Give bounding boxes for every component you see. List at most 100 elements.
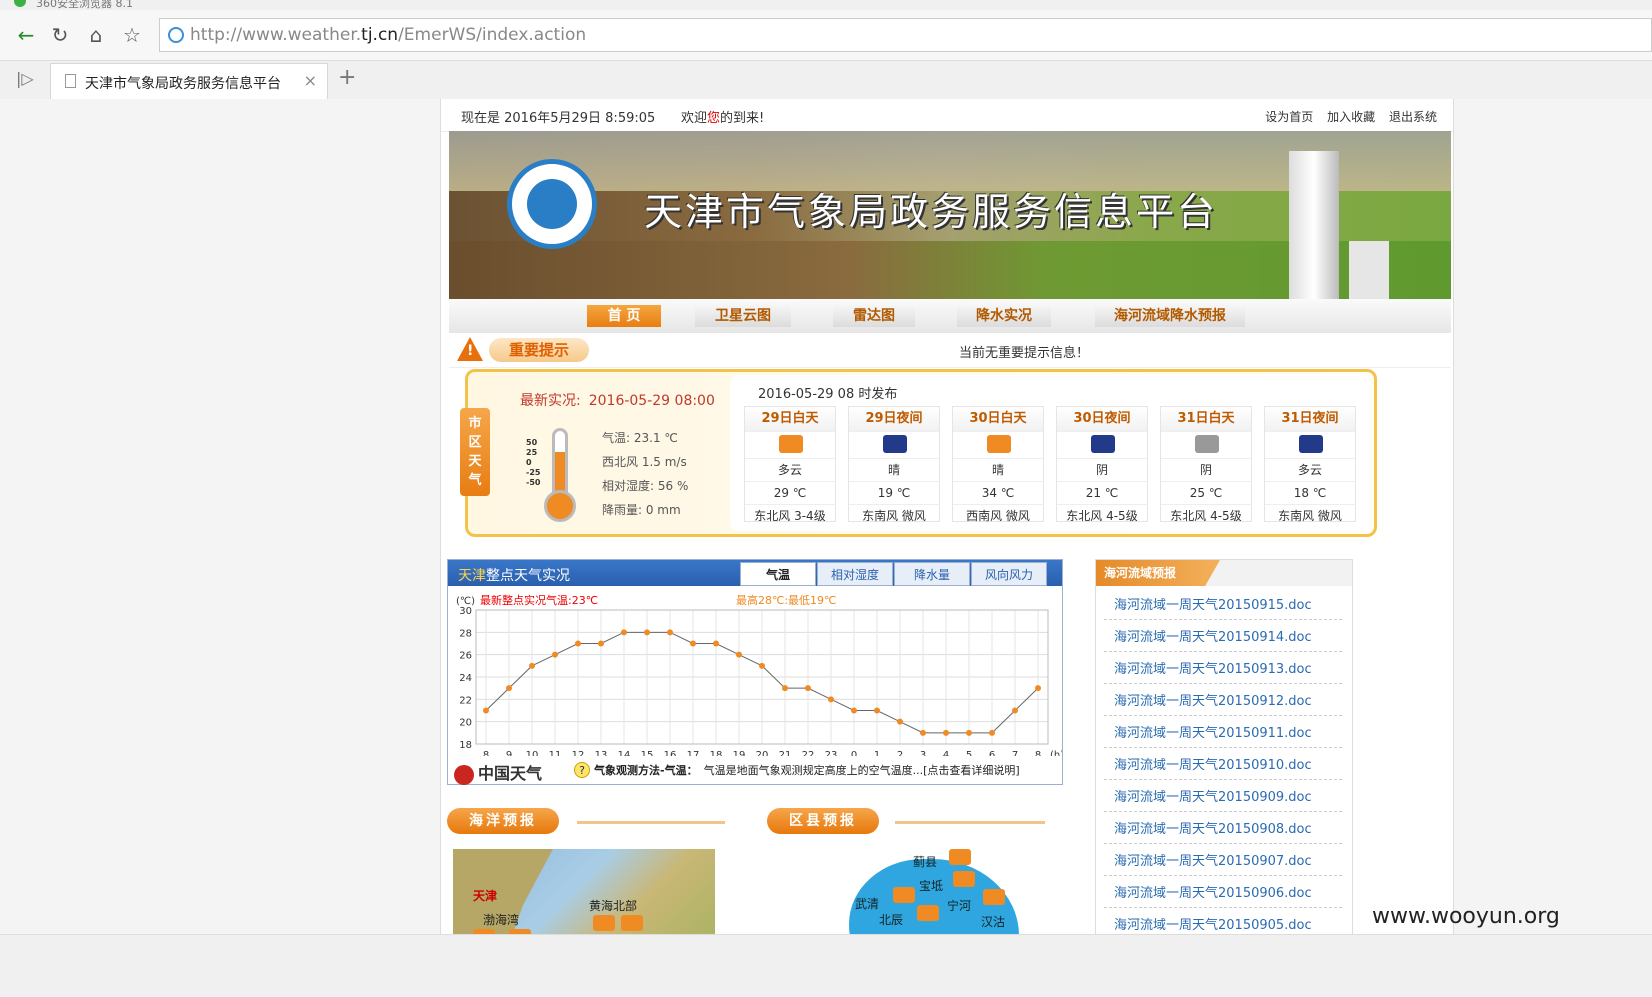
- temperature-point: [506, 685, 512, 692]
- tab-title: 天津市气象局政务服务信息平台: [85, 76, 281, 92]
- y-tick-label: 28: [459, 628, 472, 639]
- browser-tab[interactable]: 天津市气象局政务服务信息平台 ×: [50, 63, 328, 99]
- forecast-column: 31日夜间 多云 18 ℃ 东南风 微风: [1264, 406, 1356, 523]
- temperature-point: [621, 629, 627, 636]
- temperature-point: [644, 629, 650, 636]
- haihe-file-link[interactable]: 海河流域一周天气20150906.doc: [1104, 876, 1342, 908]
- nav-radar[interactable]: 雷达图: [833, 305, 915, 327]
- sun-icon: [983, 889, 1005, 905]
- nav-haihe-forecast[interactable]: 海河流域降水预报: [1095, 305, 1245, 327]
- temperature-point: [690, 640, 696, 647]
- home-icon[interactable]: ⌂: [82, 21, 110, 49]
- forecast-wind: 东北风 4-5级: [1170, 509, 1242, 523]
- haihe-file-link[interactable]: 海河流域一周天气20150915.doc: [1104, 588, 1342, 620]
- haihe-title: 海河流域预报: [1096, 560, 1220, 586]
- hourly-weather-panel: 天津整点天气实况 气温 相对湿度 降水量 风向风力 18 20 22 24 26 28 30…: [447, 559, 1063, 785]
- tianjin-meteorology-seal-icon: [507, 159, 597, 249]
- site-banner: 天津市气象局政务服务信息平台: [449, 131, 1451, 299]
- forecast-period: 30日白天: [953, 407, 1043, 432]
- welcome-text: 欢迎您的到来!: [681, 111, 765, 126]
- haihe-file-link[interactable]: 海河流域一周天气20150907.doc: [1104, 844, 1342, 876]
- forecast-period: 30日夜间: [1057, 407, 1147, 432]
- observation-method-link[interactable]: 气象观测方法-气温： 气温是地面气象观测规定高度上的空气温度...[点击查看详细说…: [594, 762, 1020, 778]
- temperature-point: [874, 707, 880, 714]
- haihe-file-link[interactable]: 海河流域一周天气20150913.doc: [1104, 652, 1342, 684]
- notice-bar: ! 重要提示 当前无重要提示信息！: [449, 333, 1451, 368]
- site-title: 天津市气象局政务服务信息平台: [644, 190, 1219, 234]
- district-forecast-heading: 区县预报: [767, 808, 879, 834]
- temperature-point: [598, 640, 604, 647]
- temperature-point: [989, 729, 995, 736]
- url-text: http://www.weather.tj.cn/EmerWS/index.ac…: [190, 25, 587, 45]
- forecast-weather: 晴: [849, 459, 939, 482]
- new-tab-button[interactable]: +: [338, 65, 356, 90]
- sidebar-toggle-icon[interactable]: |▷: [16, 69, 34, 88]
- building-image: [1289, 151, 1339, 299]
- forecast-column: 30日白天晴 34 ℃ 西南风 微风: [952, 406, 1044, 523]
- forecast-wind: 东北风 3-4级: [754, 509, 826, 523]
- page-margin-left: [0, 99, 440, 987]
- star-icon[interactable]: ☆: [118, 21, 146, 49]
- forecast-temp: 25 ℃: [1161, 482, 1251, 505]
- page-content: 现在是 2016年5月29日 8:59:05 欢迎您的到来! 设为首页 加入收藏…: [440, 99, 1454, 987]
- set-homepage-link[interactable]: 设为首页: [1265, 110, 1313, 124]
- nav-precip[interactable]: 降水实况: [957, 305, 1051, 327]
- temperature-point: [667, 629, 673, 636]
- obs-humidity: 相对湿度: 56 %: [602, 479, 689, 493]
- tab-bar: |▷ 天津市气象局政务服务信息平台 × +: [0, 61, 1652, 99]
- obs-wind: 西北风 1.5 m/s: [602, 455, 687, 469]
- browser-logo-icon: [14, 0, 26, 7]
- tab-temperature[interactable]: 气温: [740, 562, 816, 586]
- forecast-wind: 西南风 微风: [966, 509, 1030, 523]
- logout-link[interactable]: 退出系统: [1389, 110, 1437, 124]
- city-weather-panel: 市区天气 最新实况: 2016-05-29 08:00 50 25 0 -25 -50 气…: [460, 369, 1377, 537]
- forecast-box: 2016-05-29 08 时发布 29日白天 多云 29 ℃ 东北风 3-4级 29日…: [730, 375, 1370, 531]
- hourly-header: 天津整点天气实况 气温 相对湿度 降水量 风向风力: [448, 560, 1062, 586]
- temperature-point: [736, 651, 742, 658]
- browser-titlebar: 360安全浏览器 8.1: [0, 0, 1652, 10]
- thermometer-icon: 50 25 0 -25 -50: [526, 428, 578, 524]
- temperature-chart: 182022242628308 9 10 11 12 13 14 15 16 17 18 19 20 21…: [456, 593, 1062, 756]
- haihe-file-link[interactable]: 海河流域一周天气20150910.doc: [1104, 748, 1342, 780]
- add-favorite-link[interactable]: 加入收藏: [1327, 110, 1375, 124]
- temperature-point: [851, 707, 857, 714]
- temperature-point: [483, 707, 489, 714]
- notice-message: 当前无重要提示信息！: [959, 346, 1090, 361]
- haihe-file-link[interactable]: 海河流域一周天气20150911.doc: [1104, 716, 1342, 748]
- address-bar[interactable]: http://www.weather.tj.cn/EmerWS/index.ac…: [159, 18, 1652, 52]
- forecast-period: 31日白天: [1161, 407, 1251, 432]
- nav-home[interactable]: 首 页: [587, 305, 661, 327]
- nav-satellite[interactable]: 卫星云图: [695, 305, 791, 327]
- obs-temp: 气温: 23.1 ℃: [602, 431, 678, 445]
- forecast-period: 29日夜间: [849, 407, 939, 432]
- haihe-file-link[interactable]: 海河流域一周天气20150914.doc: [1104, 620, 1342, 652]
- thermometer-scale: 50 25 0 -25 -50: [526, 438, 541, 487]
- map-label-tianjin: 天津: [473, 889, 498, 903]
- y-tick-label: 18: [459, 740, 472, 751]
- haihe-file-link[interactable]: 海河流域一周天气20150908.doc: [1104, 812, 1342, 844]
- temperature-point: [759, 662, 765, 669]
- sun-icon: [593, 915, 615, 931]
- ocean-forecast-heading: 海洋预报: [447, 808, 559, 834]
- browser-statusbar: [0, 934, 1652, 997]
- forecast-column: 29日夜间晴 19 ℃ 东南风 微风: [848, 406, 940, 523]
- obs-rain: 降雨量: 0 mm: [602, 503, 681, 517]
- haihe-file-link[interactable]: 海河流域一周天气20150912.doc: [1104, 684, 1342, 716]
- forecast-wind: 东南风 微风: [862, 509, 926, 523]
- sun-icon: [953, 871, 975, 887]
- refresh-icon[interactable]: ↻: [46, 21, 74, 49]
- y-tick-label: 24: [459, 673, 472, 684]
- back-arrow-icon[interactable]: ←: [12, 21, 40, 49]
- tab-wind[interactable]: 风向风力: [971, 562, 1047, 586]
- tab-precipitation[interactable]: 降水量: [894, 562, 970, 586]
- page-margin-right: [1453, 99, 1652, 987]
- temperature-point: [897, 718, 903, 725]
- map-label-jixian: 蓟县: [913, 855, 938, 869]
- tab-humidity[interactable]: 相对湿度: [817, 562, 893, 586]
- sun-icon: [987, 435, 1011, 453]
- city-weather-tab[interactable]: 市区天气: [460, 408, 490, 496]
- hourly-footer: 中国天气 ? 气象观测方法-气温： 气温是地面气象观测规定高度上的空气温度...[…: [448, 756, 1062, 785]
- haihe-file-link[interactable]: 海河流域一周天气20150909.doc: [1104, 780, 1342, 812]
- moon-icon: [883, 435, 907, 453]
- tab-close-icon[interactable]: ×: [304, 71, 317, 90]
